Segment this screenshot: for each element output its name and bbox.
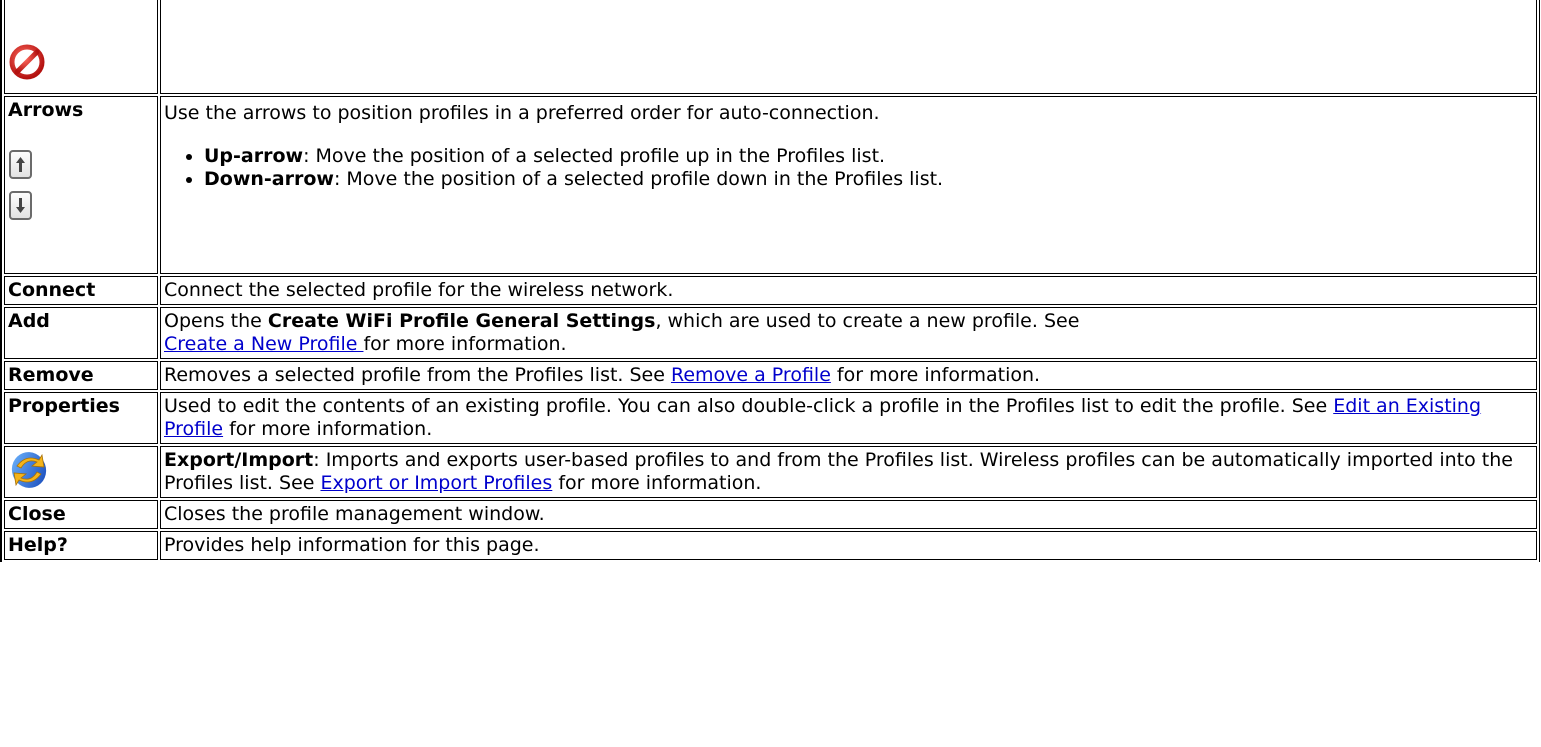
remove-profile-link[interactable]: Remove a Profile bbox=[671, 364, 831, 386]
connect-term: Connect bbox=[4, 276, 158, 305]
up-arrow-text: : Move the position of a selected profil… bbox=[303, 145, 886, 167]
no-entry-icon bbox=[8, 43, 154, 81]
empty-desc-cell bbox=[160, 0, 1537, 94]
table-row: Remove Removes a selected profile from t… bbox=[4, 361, 1537, 390]
down-arrow-icon bbox=[16, 198, 25, 213]
properties-desc-suffix: for more information. bbox=[223, 418, 433, 440]
help-term: Help? bbox=[4, 531, 158, 560]
list-item: Up-arrow: Move the position of a selecte… bbox=[204, 145, 1533, 168]
remove-desc-suffix: for more information. bbox=[830, 364, 1041, 386]
up-arrow-icon bbox=[16, 157, 25, 172]
export-import-icon bbox=[8, 449, 154, 491]
add-desc-suffix: for more information. bbox=[363, 333, 567, 355]
export-import-label: Export/Import bbox=[164, 449, 314, 471]
list-item: Down-arrow: Move the position of a selec… bbox=[204, 168, 1533, 191]
add-desc-bold: Create WiFi Profile General Settings bbox=[267, 310, 656, 332]
properties-desc-cell: Used to edit the contents of an existing… bbox=[160, 392, 1537, 444]
close-desc: Closes the profile management window. bbox=[160, 500, 1537, 529]
close-term: Close bbox=[4, 500, 158, 529]
no-entry-cell bbox=[4, 0, 158, 94]
add-desc-mid: , which are used to create a new profile… bbox=[655, 310, 1080, 332]
profile-buttons-table: Arrows Use the arrows to position profil… bbox=[0, 0, 1540, 562]
connect-desc: Connect the selected profile for the wir… bbox=[160, 276, 1537, 305]
remove-desc-cell: Removes a selected profile from the Prof… bbox=[160, 361, 1537, 390]
properties-term: Properties bbox=[4, 392, 158, 444]
table-row: Arrows Use the arrows to position profil… bbox=[4, 96, 1537, 274]
export-import-desc-suffix: for more information. bbox=[552, 472, 762, 494]
table-row: Add Opens the Create WiFi Profile Genera… bbox=[4, 307, 1537, 359]
properties-desc-prefix: Used to edit the contents of an existing… bbox=[164, 395, 1334, 417]
table-row: Connect Connect the selected profile for… bbox=[4, 276, 1537, 305]
up-arrow-button[interactable] bbox=[9, 150, 32, 179]
arrows-desc-cell: Use the arrows to position profiles in a… bbox=[160, 96, 1537, 274]
export-import-icon-cell bbox=[4, 446, 158, 498]
table-row bbox=[4, 0, 1537, 94]
arrows-bullet-list: Up-arrow: Move the position of a selecte… bbox=[164, 145, 1533, 191]
add-desc-cell: Opens the Create WiFi Profile General Se… bbox=[160, 307, 1537, 359]
export-import-desc-cell: Export/Import: Imports and exports user-… bbox=[160, 446, 1537, 498]
add-term: Add bbox=[4, 307, 158, 359]
export-import-link[interactable]: Export or Import Profiles bbox=[320, 472, 552, 494]
arrows-desc: Use the arrows to position profiles in a… bbox=[164, 102, 880, 124]
remove-term: Remove bbox=[4, 361, 158, 390]
up-arrow-label: Up-arrow bbox=[204, 145, 304, 167]
table-row: Help? Provides help information for this… bbox=[4, 531, 1537, 560]
arrows-term: Arrows bbox=[8, 99, 84, 121]
table-row: Export/Import: Imports and exports user-… bbox=[4, 446, 1537, 498]
create-profile-link[interactable]: Create a New Profile bbox=[164, 333, 363, 355]
down-arrow-text: : Move the position of a selected profil… bbox=[333, 168, 944, 190]
arrows-term-cell: Arrows bbox=[4, 96, 158, 274]
help-desc: Provides help information for this page. bbox=[160, 531, 1537, 560]
remove-desc-prefix: Removes a selected profile from the Prof… bbox=[164, 364, 671, 386]
add-desc-prefix: Opens the bbox=[164, 310, 268, 332]
table-row: Properties Used to edit the contents of … bbox=[4, 392, 1537, 444]
table-row: Close Closes the profile management wind… bbox=[4, 500, 1537, 529]
down-arrow-label: Down-arrow bbox=[204, 168, 334, 190]
down-arrow-button[interactable] bbox=[9, 191, 32, 220]
